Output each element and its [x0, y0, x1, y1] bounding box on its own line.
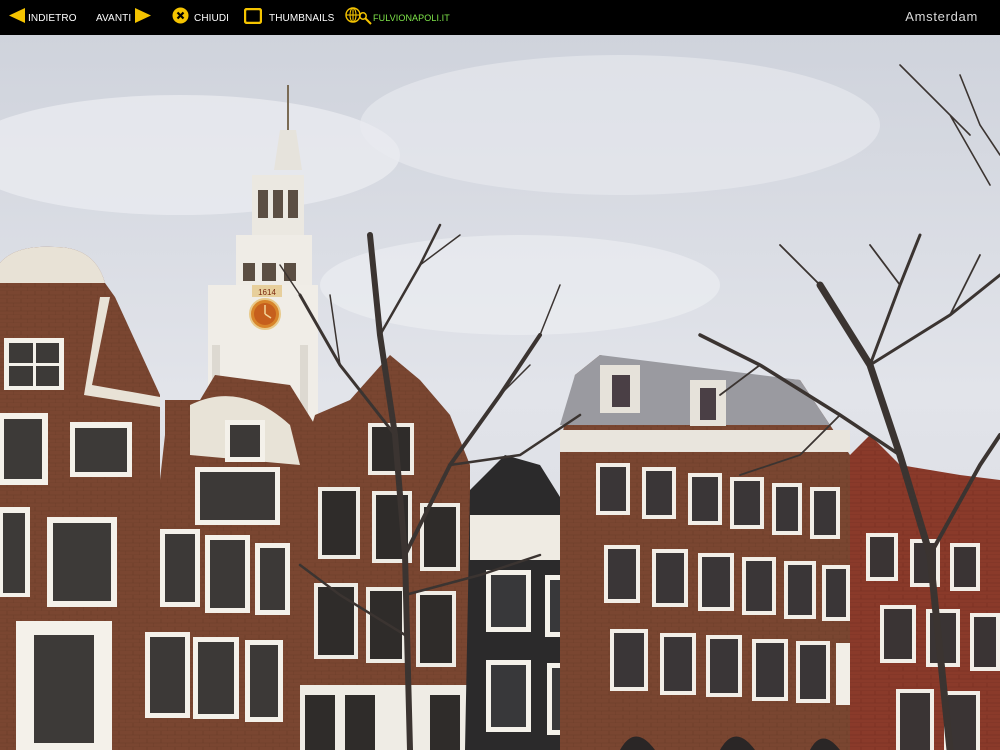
- globe-search-icon: [345, 6, 372, 30]
- back-button[interactable]: INDIETRO: [9, 8, 77, 28]
- site-link[interactable]: FULVIONAPOLI.IT: [345, 6, 450, 30]
- right-red-building: [850, 435, 1000, 750]
- middle-brick-house: [300, 355, 470, 750]
- photo-viewer: 1614: [0, 35, 1000, 750]
- clock-year: 1614: [258, 288, 276, 297]
- arrow-left-icon: [9, 8, 25, 28]
- thumbnails-icon: [243, 7, 263, 29]
- next-button[interactable]: AVANTI: [96, 8, 152, 28]
- large-brick-building: [560, 355, 850, 750]
- thumbnails-label: THUMBNAILS: [269, 12, 335, 24]
- thumbnails-button[interactable]: THUMBNAILS: [243, 7, 335, 29]
- gallery-title: Amsterdam: [905, 9, 978, 24]
- toolbar: INDIETRO AVANTI CHIUDI THUMBNAILS FULVIO…: [0, 0, 1000, 35]
- arrow-right-icon: [135, 8, 152, 28]
- close-icon: [172, 7, 189, 29]
- site-label: FULVIONAPOLI.IT: [373, 13, 450, 23]
- amsterdam-photo: 1614: [0, 35, 1000, 750]
- next-label: AVANTI: [96, 12, 132, 24]
- back-label: INDIETRO: [28, 12, 77, 24]
- close-label: CHIUDI: [194, 12, 230, 24]
- close-button[interactable]: CHIUDI: [172, 7, 230, 29]
